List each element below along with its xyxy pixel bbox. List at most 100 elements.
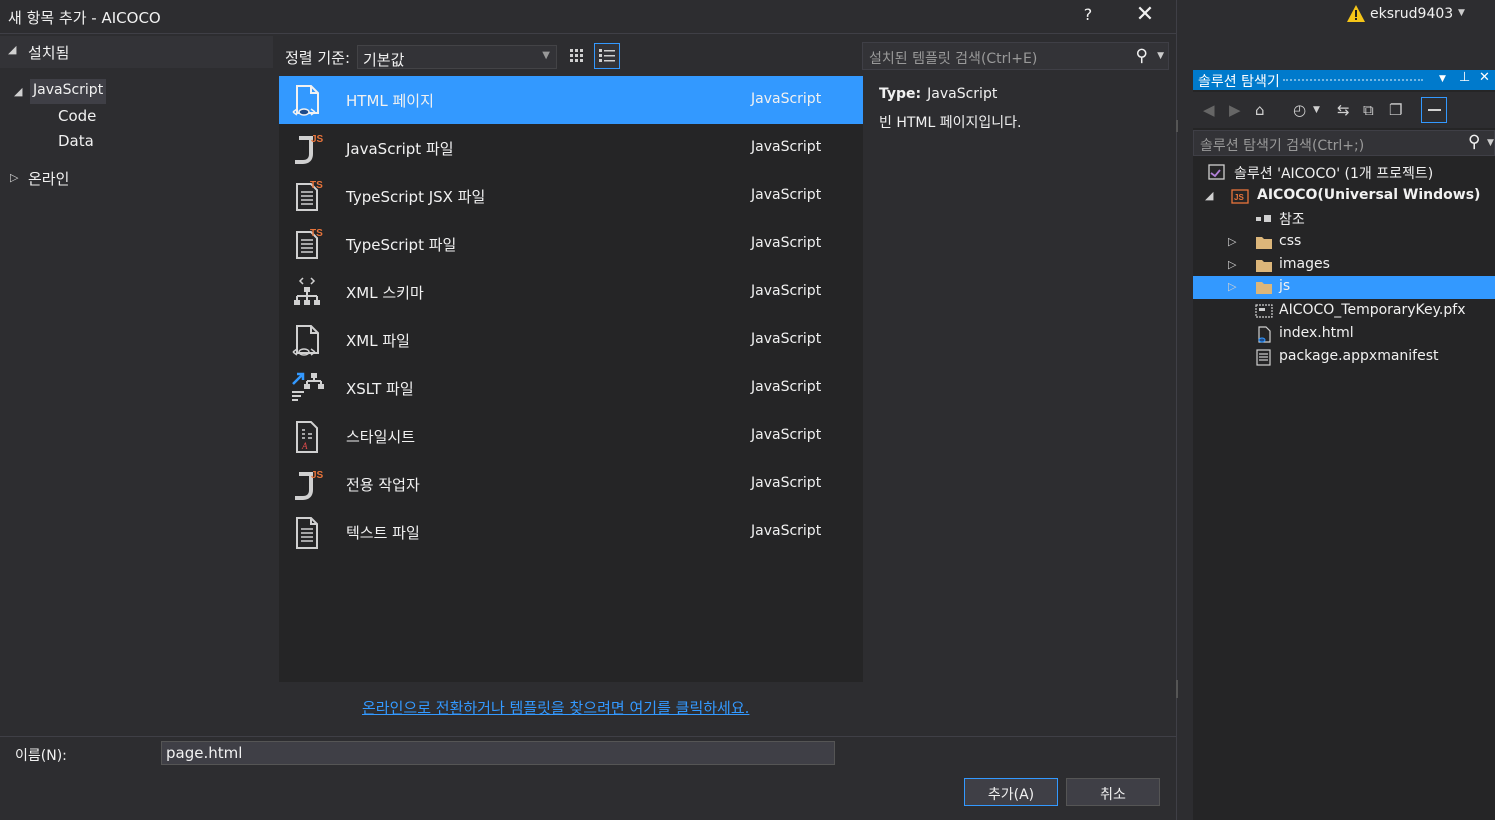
template-item-ts-file[interactable]: TS TypeScript 파일 JavaScript [279, 220, 863, 268]
collapse-arrow-icon[interactable]: ◢ [1205, 189, 1213, 202]
tree-item-package-manifest[interactable]: package.appxmanifest [1193, 346, 1495, 369]
xml-file-icon [292, 325, 319, 356]
home-icon[interactable]: ⌂ [1255, 101, 1265, 119]
item-label: images [1279, 256, 1330, 272]
forward-icon[interactable]: ▶ [1229, 101, 1241, 119]
tree-item-references[interactable]: 참조 [1193, 207, 1495, 230]
template-name: XML 파일 [346, 332, 410, 350]
minus-icon [1428, 109, 1441, 111]
chevron-down-icon: ▼ [542, 50, 550, 61]
item-label: 참조 [1279, 212, 1305, 228]
template-type: JavaScript [751, 523, 822, 539]
expand-arrow-icon[interactable]: ▷ [1228, 280, 1236, 293]
search-icon[interactable]: ⚲ [1468, 132, 1480, 152]
tree-item-temporary-key[interactable]: AICOCO_TemporaryKey.pfx [1193, 300, 1495, 323]
properties-button[interactable] [1421, 97, 1447, 123]
item-label: index.html [1279, 325, 1354, 341]
svg-text:JS: JS [1234, 193, 1244, 202]
template-name: 전용 작업자 [346, 476, 420, 494]
tree-item-images[interactable]: ▷ images [1193, 254, 1495, 277]
collapse-all-icon[interactable]: ⧉ [1363, 101, 1374, 119]
js-project-icon: JS [1231, 189, 1249, 204]
tree-item-js[interactable]: ▷ js [1193, 276, 1495, 299]
template-type: JavaScript [751, 331, 822, 347]
template-name: JavaScript 파일 [346, 140, 454, 158]
template-type: JavaScript [751, 187, 822, 203]
template-item-stylesheet[interactable]: A 스타일시트 JavaScript [279, 412, 863, 460]
chevron-down-icon[interactable]: ▼ [1313, 105, 1320, 115]
svg-text:A: A [301, 441, 308, 451]
online-templates-link[interactable]: 온라인으로 전환하거나 템플릿을 찾으려면 여기를 클릭하세요. [362, 697, 749, 718]
template-item-js-file[interactable]: JS JavaScript 파일 JavaScript [279, 124, 863, 172]
solution-node[interactable]: 솔루션 'AICOCO' (1개 프로젝트) [1193, 161, 1495, 184]
template-type: JavaScript [751, 475, 822, 491]
template-details: Type: JavaScript 빈 HTML 페이지입니다. [879, 86, 1169, 132]
pin-icon[interactable]: ⊥ [1459, 70, 1470, 85]
tree-label-online: 온라인 [28, 170, 70, 188]
tree-node-code[interactable]: Code [58, 107, 96, 125]
tree-item-index-html[interactable]: index.html [1193, 323, 1495, 346]
template-search-input[interactable]: 설치된 템플릿 검색(Ctrl+E) ⚲ ▼ [862, 42, 1169, 70]
add-new-item-dialog: 새 항목 추가 - AICOCO ? ✕ ◢ 설치됨 ◢ JavaScript … [0, 0, 1176, 820]
close-button[interactable]: ✕ [1134, 2, 1156, 27]
chevron-down-icon[interactable]: ▼ [1458, 8, 1465, 18]
small-icons-view-button[interactable] [564, 43, 590, 69]
folder-icon [1256, 282, 1272, 294]
tree-item-css[interactable]: ▷ css [1193, 231, 1495, 254]
template-item-xml-file[interactable]: XML 파일 JavaScript [279, 316, 863, 364]
sort-dropdown[interactable]: 기본값 ▼ [357, 45, 557, 69]
text-file-icon [296, 517, 318, 549]
folder-icon [1256, 237, 1272, 249]
cancel-button[interactable]: 취소 [1066, 778, 1160, 806]
tree-label-installed: 설치됨 [28, 44, 70, 62]
collapse-arrow-icon[interactable]: ◢ [14, 85, 22, 98]
solution-search-input[interactable]: 솔루션 탐색기 검색(Ctrl+;) ⚲ ▼ [1193, 130, 1495, 156]
search-placeholder: 설치된 템플릿 검색(Ctrl+E) [869, 51, 1038, 67]
category-tree: ◢ 설치됨 ◢ JavaScript Code Data ▷ 온라인 [0, 36, 273, 736]
chevron-down-icon[interactable]: ▼ [1439, 74, 1446, 84]
help-button[interactable]: ? [1080, 5, 1096, 24]
html-file-icon [1258, 326, 1271, 343]
tree-node-data[interactable]: Data [58, 132, 94, 150]
tree-node-online[interactable]: ▷ 온라인 [0, 166, 273, 190]
template-item-xslt-file[interactable]: XSLT 파일 JavaScript [279, 364, 863, 412]
search-icon[interactable]: ⚲ [1136, 46, 1148, 66]
template-type: JavaScript [751, 235, 822, 251]
stylesheet-icon: A [296, 421, 318, 453]
chevron-down-icon[interactable]: ▼ [1487, 138, 1494, 148]
back-icon[interactable]: ◀ [1203, 101, 1215, 119]
expand-arrow-icon[interactable]: ▷ [10, 171, 18, 184]
template-type: JavaScript [751, 283, 822, 299]
xml-schema-icon [294, 277, 320, 305]
template-item-dedicated-worker[interactable]: JS 전용 작업자 JavaScript [279, 460, 863, 508]
details-type-value: JavaScript [927, 86, 998, 102]
vertical-scrollbar[interactable] [1176, 76, 1184, 698]
template-item-html-page[interactable]: HTML 페이지 JavaScript [279, 76, 863, 124]
add-button[interactable]: 추가(A) [964, 778, 1058, 806]
project-node[interactable]: ◢ JS AICOCO(Universal Windows) [1193, 185, 1495, 208]
template-item-xml-schema[interactable]: XML 스키마 JavaScript [279, 268, 863, 316]
grid-view-icon [570, 49, 583, 62]
expand-arrow-icon[interactable]: ▷ [1228, 235, 1236, 248]
svg-text:JS: JS [311, 134, 324, 145]
collapse-arrow-icon[interactable]: ◢ [8, 43, 16, 56]
template-type: JavaScript [751, 91, 822, 107]
copy-icon[interactable]: ❐ [1389, 101, 1402, 119]
list-view-button[interactable] [594, 43, 620, 69]
tree-label-javascript[interactable]: JavaScript [30, 79, 107, 104]
template-item-text-file[interactable]: 텍스트 파일 JavaScript [279, 508, 863, 556]
references-icon [1256, 215, 1271, 222]
sync-icon[interactable]: ⇆ [1337, 101, 1350, 119]
template-type: JavaScript [751, 139, 822, 155]
solution-label: 솔루션 'AICOCO' (1개 프로젝트) [1234, 166, 1434, 182]
expand-arrow-icon[interactable]: ▷ [1228, 258, 1236, 271]
tree-node-installed[interactable]: ◢ 설치됨 [0, 36, 273, 68]
list-view-icon [599, 49, 615, 62]
grip-dots [1283, 79, 1423, 82]
template-item-ts-jsx-file[interactable]: TS TypeScript JSX 파일 JavaScript [279, 172, 863, 220]
name-input[interactable]: page.html [161, 741, 835, 765]
close-icon[interactable]: ✕ [1479, 70, 1490, 85]
history-icon[interactable]: ◴ [1293, 101, 1306, 119]
chevron-down-icon[interactable]: ▼ [1157, 51, 1164, 61]
item-label: AICOCO_TemporaryKey.pfx [1279, 302, 1466, 318]
